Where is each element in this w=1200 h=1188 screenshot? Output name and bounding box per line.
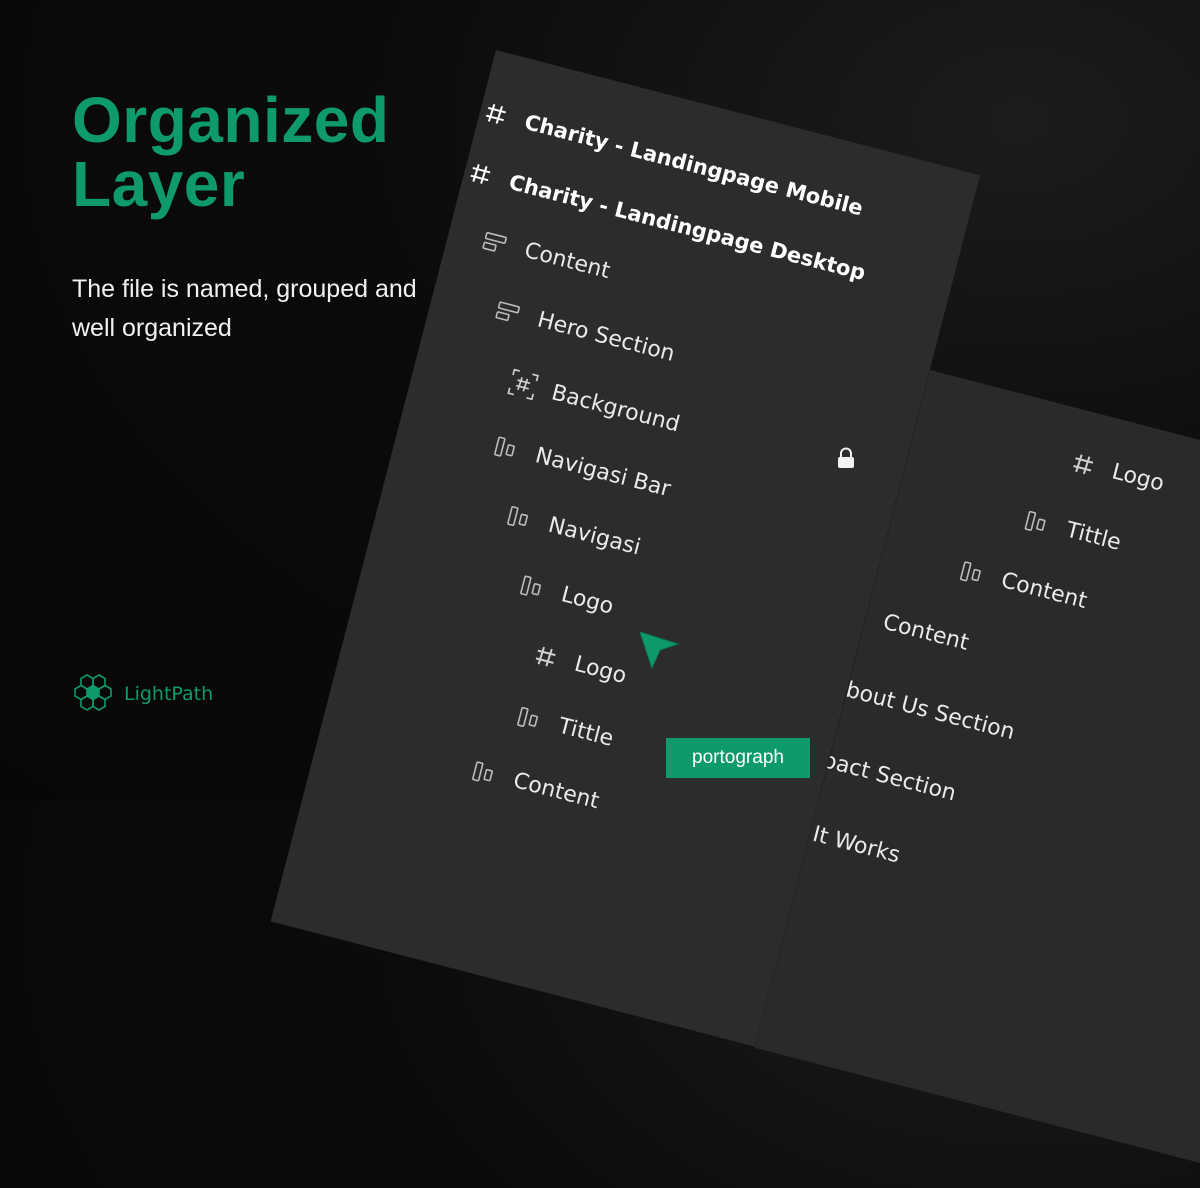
layer-label: Content: [510, 768, 602, 815]
auto-layout-horizontal-icon: [514, 705, 546, 731]
watermark-badge: portograph: [666, 738, 810, 778]
auto-layout-horizontal-icon: [491, 435, 523, 461]
auto-layout-horizontal-icon: [469, 760, 501, 786]
layer-label: About Us Section: [828, 673, 1018, 746]
layer-label: Tittle: [1063, 517, 1124, 556]
layer-label: Hero Section: [534, 307, 678, 367]
brand-logo: LightPath: [72, 672, 213, 716]
layer-label: Navigasi Bar: [532, 443, 674, 503]
layer-label: Tittle: [555, 713, 616, 752]
layer-row[interactable]: Tittle: [513, 703, 616, 752]
layer-row-frame[interactable]: Charity - Landingpage Desktop: [464, 159, 868, 285]
layer-row[interactable]: Background: [506, 366, 683, 439]
frame-hash-icon: [464, 160, 497, 188]
auto-layout-horizontal-icon: [517, 574, 549, 600]
layer-label: Logo: [558, 582, 617, 620]
frame-hash-icon: [529, 642, 562, 670]
frame-hash-icon: [1067, 450, 1100, 478]
layer-label: Logo: [571, 651, 630, 690]
frame-selection-icon: [506, 366, 541, 402]
layer-label: Content: [521, 237, 613, 285]
layer-row[interactable]: Content: [956, 557, 1090, 614]
auto-layout-vertical-icon: [493, 299, 525, 325]
layer-row[interactable]: Logo: [1067, 448, 1167, 497]
layer-row[interactable]: Tittle: [1021, 507, 1124, 556]
description: The file is named, grouped and well orga…: [72, 275, 417, 342]
layer-label: Navigasi: [545, 512, 644, 561]
layer-row[interactable]: Logo: [516, 571, 617, 620]
layer-label: Logo: [1109, 459, 1167, 497]
layer-label: Background: [549, 379, 683, 437]
layer-row[interactable]: Logo: [529, 641, 629, 689]
auto-layout-horizontal-icon: [957, 559, 989, 585]
hexagon-cluster-icon: [72, 672, 114, 716]
layer-label: Content: [880, 609, 972, 656]
layer-label: Content: [998, 568, 1090, 615]
headline: Organized Layer: [72, 88, 389, 216]
layer-row[interactable]: Content: [479, 227, 613, 284]
lock-icon[interactable]: [836, 447, 856, 473]
auto-layout-vertical-icon: [480, 229, 512, 255]
headline-line-2: Layer: [72, 148, 246, 220]
layer-row[interactable]: Hero Section: [492, 296, 678, 367]
layer-row-frame[interactable]: Charity - Landingpage Mobile: [479, 99, 866, 220]
headline-line-1: Organized: [72, 84, 390, 156]
cursor-arrow-icon: [638, 630, 682, 676]
layer-row[interactable]: Navigasi: [503, 502, 643, 561]
frame-hash-icon: [480, 100, 513, 128]
auto-layout-horizontal-icon: [504, 504, 536, 530]
layer-row[interactable]: Content: [468, 757, 602, 814]
brand-name: LightPath: [124, 683, 214, 705]
auto-layout-horizontal-icon: [1021, 509, 1053, 535]
layer-row[interactable]: Navigasi Bar: [490, 432, 673, 502]
